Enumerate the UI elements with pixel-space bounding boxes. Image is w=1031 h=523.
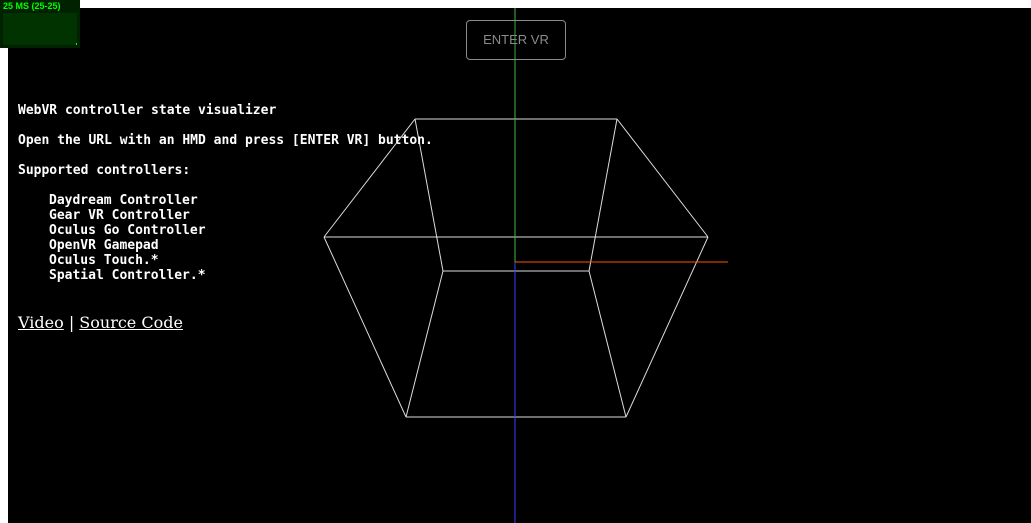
box-edge xyxy=(616,118,709,238)
axes-helper xyxy=(514,8,728,523)
instruction-text: Open the URL with an HMD and press [ENTE… xyxy=(18,133,433,148)
box-edge xyxy=(588,118,618,272)
links-row: Video | Source Code xyxy=(18,313,183,332)
stats-graph xyxy=(3,13,77,45)
page-title: WebVR controller state visualizer xyxy=(18,103,277,118)
list-item: OpenVR Gamepad xyxy=(49,238,159,253)
box-edge xyxy=(588,270,627,418)
box-edge xyxy=(405,270,444,418)
list-item: Spatial Controller.* xyxy=(49,268,206,283)
supported-heading: Supported controllers: xyxy=(18,163,191,178)
controller-list: Daydream Controller Gear VR Controller O… xyxy=(18,193,433,283)
info-panel: WebVR controller state visualizer Open t… xyxy=(18,103,433,283)
link-separator: | xyxy=(63,313,80,332)
enter-vr-button[interactable]: ENTER VR xyxy=(466,20,566,60)
webgl-viewport[interactable]: ENTER VR WebVR controller state visualiz… xyxy=(8,8,1031,523)
list-item: Oculus Go Controller xyxy=(49,223,206,238)
box-edge xyxy=(625,236,709,418)
list-item: Gear VR Controller xyxy=(49,208,190,223)
stats-panel[interactable]: 25 MS (25-25) xyxy=(0,0,80,48)
source-code-link[interactable]: Source Code xyxy=(79,313,183,332)
video-link[interactable]: Video xyxy=(18,313,64,332)
list-item: Oculus Touch.* xyxy=(49,253,159,268)
list-item: Daydream Controller xyxy=(49,193,198,208)
stats-graph-bar xyxy=(76,43,77,45)
stats-ms-readout: 25 MS (25-25) xyxy=(3,1,61,11)
